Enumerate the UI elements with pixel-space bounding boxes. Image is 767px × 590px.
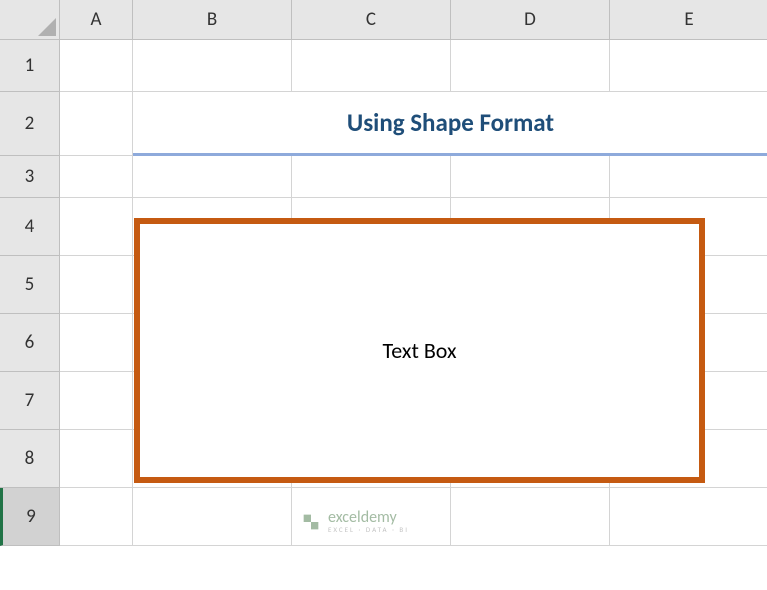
cell-C1[interactable] [292, 40, 451, 92]
cell-A2[interactable] [60, 92, 133, 156]
cell-D1[interactable] [451, 40, 610, 92]
col-header-B[interactable]: B [133, 0, 292, 40]
col-header-E[interactable]: E [610, 0, 767, 40]
cell-B1[interactable] [133, 40, 292, 92]
cell-B9[interactable] [133, 488, 292, 546]
cell-C3[interactable] [292, 156, 451, 198]
row-header-8[interactable]: 8 [0, 430, 60, 488]
row-header-6[interactable]: 6 [0, 314, 60, 372]
text-box-content: Text Box [383, 337, 457, 364]
row-header-2[interactable]: 2 [0, 92, 60, 156]
watermark-name: exceldemy [328, 510, 409, 526]
cell-A8[interactable] [60, 430, 133, 488]
cell-A5[interactable] [60, 256, 133, 314]
cell-D3[interactable] [451, 156, 610, 198]
row-header-7[interactable]: 7 [0, 372, 60, 430]
row-header-5[interactable]: 5 [0, 256, 60, 314]
cell-B3[interactable] [133, 156, 292, 198]
row-header-1[interactable]: 1 [0, 40, 60, 92]
watermark: exceldemy EXCEL · DATA · BI [300, 510, 409, 533]
watermark-tagline: EXCEL · DATA · BI [328, 526, 409, 533]
watermark-logo-icon [300, 511, 322, 533]
col-header-C[interactable]: C [292, 0, 451, 40]
row-header-3[interactable]: 3 [0, 156, 60, 198]
cell-E1[interactable] [610, 40, 767, 92]
col-header-D[interactable]: D [451, 0, 610, 40]
row-header-9[interactable]: 9 [0, 488, 60, 546]
cell-A6[interactable] [60, 314, 133, 372]
cell-A7[interactable] [60, 372, 133, 430]
cell-D9[interactable] [451, 488, 610, 546]
cell-A3[interactable] [60, 156, 133, 198]
select-all-corner[interactable] [0, 0, 60, 40]
row-header-4[interactable]: 4 [0, 198, 60, 256]
col-header-A[interactable]: A [60, 0, 133, 40]
cell-A9[interactable] [60, 488, 133, 546]
text-box-shape[interactable]: Text Box [134, 218, 705, 483]
watermark-text: exceldemy EXCEL · DATA · BI [328, 510, 409, 533]
cell-E3[interactable] [610, 156, 767, 198]
cell-A4[interactable] [60, 198, 133, 256]
cell-E9[interactable] [610, 488, 767, 546]
select-all-icon [38, 18, 56, 36]
merged-title-cell[interactable]: Using Shape Format [133, 92, 767, 156]
cell-A1[interactable] [60, 40, 133, 92]
